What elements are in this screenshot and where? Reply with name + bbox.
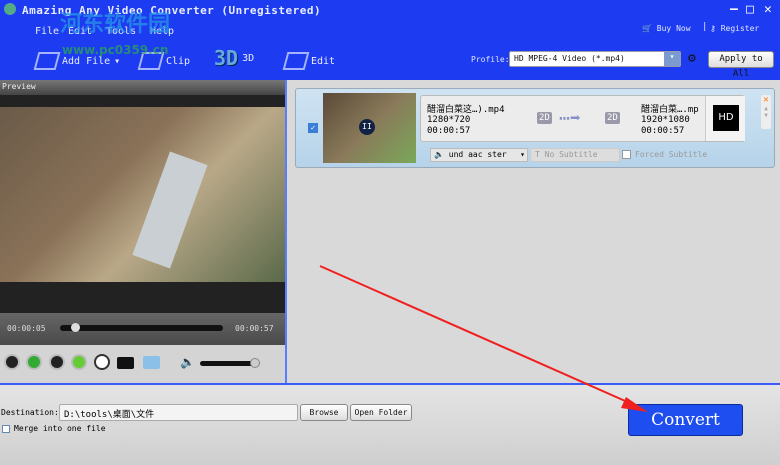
annotation-arrow <box>319 265 648 412</box>
